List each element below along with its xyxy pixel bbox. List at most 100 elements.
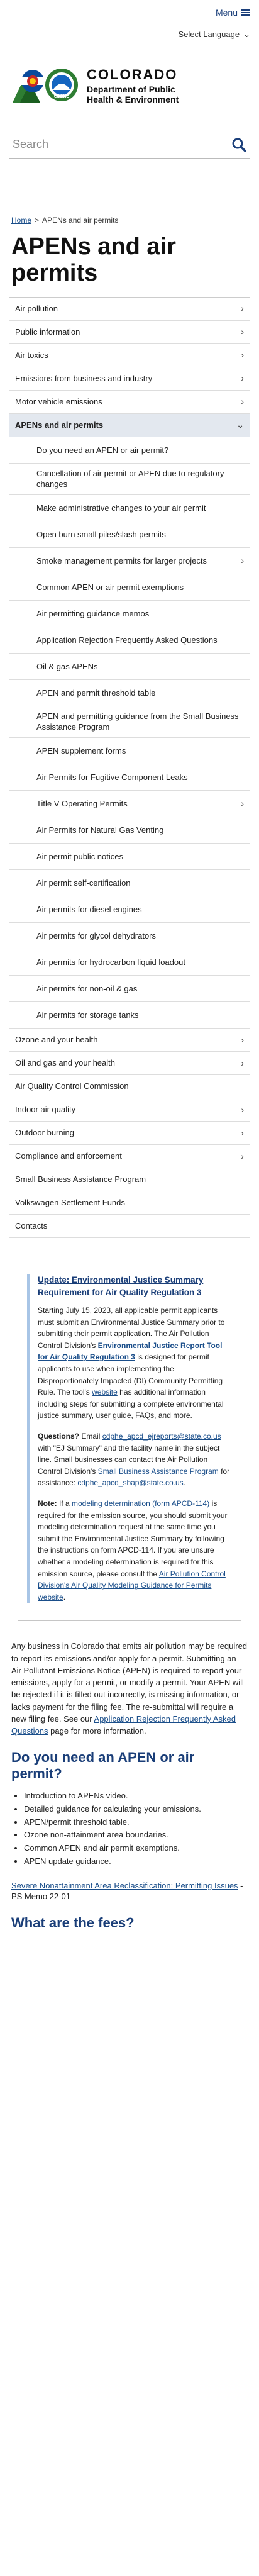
nav-item-label: Air Quality Control Commission bbox=[15, 1081, 129, 1091]
ej-text: is required for the emission source, you… bbox=[38, 1499, 228, 1578]
nav-subitem-label: APEN supplement forms bbox=[36, 745, 126, 756]
nav-item-label: Air toxics bbox=[15, 350, 48, 360]
language-selector[interactable]: Select Language ⌄ bbox=[0, 25, 259, 44]
logo-line3: Health & Environment bbox=[87, 94, 179, 104]
breadcrumb-home-link[interactable]: Home bbox=[11, 215, 31, 225]
nav-subitem[interactable]: Make administrative changes to your air … bbox=[9, 495, 250, 521]
ej-website-link[interactable]: website bbox=[92, 1388, 118, 1397]
nav-item-outdoor-burning[interactable]: Outdoor burning › bbox=[9, 1122, 250, 1145]
nav-subitem[interactable]: Application Rejection Frequently Asked Q… bbox=[9, 627, 250, 654]
severe-nonattainment-link[interactable]: Severe Nonattainment Area Reclassificati… bbox=[11, 1881, 238, 1890]
nav-subitem-label: Air permits for hydrocarbon liquid loado… bbox=[36, 957, 186, 967]
nav-item-label: Ozone and your health bbox=[15, 1035, 98, 1045]
nav-subitem[interactable]: APEN and permitting guidance from the Sm… bbox=[9, 706, 250, 738]
nav-subitem[interactable]: Air permitting guidance memos bbox=[9, 601, 250, 627]
search-input[interactable] bbox=[13, 138, 231, 151]
page-bottom-spacer bbox=[0, 1931, 259, 1981]
nav-subitem[interactable]: Cancellation of air permit or APEN due t… bbox=[9, 464, 250, 495]
nav-subitem[interactable]: Do you need an APEN or air permit? bbox=[9, 437, 250, 464]
breadcrumb-current: APENs and air permits bbox=[42, 216, 119, 225]
nav-subitem-label: Oil & gas APENs bbox=[36, 661, 98, 671]
list-item: Ozone non-attainment area boundaries. bbox=[24, 1829, 248, 1841]
chevron-right-icon: › bbox=[241, 326, 244, 337]
list-item: Common APEN and air permit exemptions. bbox=[24, 1843, 248, 1854]
nav-subitem[interactable]: Air permits for storage tanks bbox=[9, 1002, 250, 1029]
site-logo[interactable]: CDPHE COLORADO Department of Public Heal… bbox=[0, 44, 259, 120]
nav-item-motor-vehicle[interactable]: Motor vehicle emissions › bbox=[9, 391, 250, 414]
nav-subitem[interactable]: Common APEN or air permit exemptions bbox=[9, 574, 250, 601]
nav-item-contacts[interactable]: Contacts bbox=[9, 1215, 250, 1238]
list-item: Introduction to APENs video. bbox=[24, 1790, 248, 1802]
chevron-right-icon: › bbox=[241, 303, 244, 314]
nav-subitem-smoke-management[interactable]: Smoke management permits for larger proj… bbox=[9, 548, 250, 574]
nav-subitem-label: Air permits for storage tanks bbox=[36, 1010, 139, 1020]
nav-item-label: Air pollution bbox=[15, 304, 58, 313]
nav-item-label: Indoor air quality bbox=[15, 1105, 76, 1115]
nav-item-ozone-health[interactable]: Ozone and your health › bbox=[9, 1029, 250, 1052]
nav-subitem[interactable]: APEN and permit threshold table bbox=[9, 680, 250, 706]
sbap-link[interactable]: Small Business Assistance Program bbox=[98, 1467, 219, 1476]
nav-item-indoor-air[interactable]: Indoor air quality › bbox=[9, 1098, 250, 1122]
nav-subitem[interactable]: Air Permits for Natural Gas Venting bbox=[9, 817, 250, 844]
chevron-right-icon: › bbox=[241, 396, 244, 407]
nav-item-label: Volkswagen Settlement Funds bbox=[15, 1198, 125, 1208]
nav-item-label: Small Business Assistance Program bbox=[15, 1174, 146, 1185]
nav-subitem[interactable]: Air permits for hydrocarbon liquid loado… bbox=[9, 949, 250, 976]
nav-item-aqcc[interactable]: Air Quality Control Commission bbox=[9, 1075, 250, 1098]
nav-subitem[interactable]: Oil & gas APENs bbox=[9, 654, 250, 680]
nav-subitem-label: Common APEN or air permit exemptions bbox=[36, 582, 184, 592]
nav-item-air-toxics[interactable]: Air toxics › bbox=[9, 344, 250, 367]
section-heading-fees: What are the fees? bbox=[11, 1914, 135, 1931]
chevron-right-icon: › bbox=[241, 350, 244, 360]
hamburger-icon bbox=[241, 8, 250, 17]
nav-subitem[interactable]: Air permits for glycol dehydrators bbox=[9, 923, 250, 949]
nav-subitem-label: Air permits for glycol dehydrators bbox=[36, 930, 157, 940]
nav-item-label: Public information bbox=[15, 327, 80, 337]
section-heading-need-apen: Do you need an APEN or air permit? bbox=[11, 1749, 195, 1781]
page-title: APENs and air permits bbox=[11, 233, 176, 286]
nav-item-sbap[interactable]: Small Business Assistance Program bbox=[9, 1168, 250, 1191]
nav-item-emissions-business[interactable]: Emissions from business and industry › bbox=[9, 367, 250, 391]
intro-text: Any business in Colorado that emits air … bbox=[11, 1641, 248, 1724]
ej-callout-heading: Update: Environmental Justice Summary Re… bbox=[38, 1274, 204, 1297]
nav-subitem-title-v[interactable]: Title V Operating Permits › bbox=[9, 791, 250, 817]
nav-item-volkswagen[interactable]: Volkswagen Settlement Funds bbox=[9, 1191, 250, 1215]
breadcrumb: Home > APENs and air permits bbox=[11, 215, 248, 225]
intro-paragraph: Any business in Colorado that emits air … bbox=[11, 1640, 248, 1737]
nav-item-label: APENs and air permits bbox=[15, 420, 104, 430]
chevron-right-icon: › bbox=[241, 555, 244, 566]
nav-subitem[interactable]: Open burn small piles/slash permits bbox=[9, 521, 250, 548]
ej-email-link[interactable]: cdphe_apcd_ejreports@state.co.us bbox=[102, 1432, 221, 1441]
sbap-email-link[interactable]: cdphe_apcd_sbap@state.co.us bbox=[77, 1478, 183, 1487]
search-bar bbox=[9, 131, 250, 159]
nav-item-oil-gas-health[interactable]: Oil and gas and your health › bbox=[9, 1052, 250, 1075]
list-item: APEN update guidance. bbox=[24, 1856, 248, 1868]
modeling-determination-link[interactable]: modeling determination (form APCD-114) bbox=[72, 1499, 209, 1508]
nav-subitem[interactable]: Air permit public notices bbox=[9, 844, 250, 870]
nav-item-label: Contacts bbox=[15, 1221, 48, 1231]
nav-subitem-label: Air Permits for Fugitive Component Leaks bbox=[36, 772, 188, 782]
chevron-right-icon: › bbox=[241, 1127, 244, 1138]
nav-item-apens-air-permits[interactable]: APENs and air permits ⌄ bbox=[9, 413, 250, 437]
logo-line1: COLORADO bbox=[87, 67, 178, 83]
nav-subitem-label: Air permit self-certification bbox=[36, 878, 131, 888]
nav-item-compliance[interactable]: Compliance and enforcement › bbox=[9, 1145, 250, 1168]
nav-subitem-label: Smoke management permits for larger proj… bbox=[36, 555, 207, 566]
nav-subitem[interactable]: Air permits for diesel engines bbox=[9, 896, 250, 923]
nav-subitem[interactable]: Air Permits for Fugitive Component Leaks bbox=[9, 764, 250, 791]
menu-button[interactable]: Menu bbox=[216, 7, 250, 19]
nav-subitem-label: Do you need an APEN or air permit? bbox=[36, 445, 169, 455]
nav-subitem[interactable]: Air permits for non-oil & gas bbox=[9, 976, 250, 1002]
nav-subitem-label: Title V Operating Permits bbox=[36, 798, 128, 808]
nav-item-public-information[interactable]: Public information › bbox=[9, 321, 250, 344]
logo-badge-text: CDPHE bbox=[54, 94, 70, 99]
nav-subitem[interactable]: Air permit self-certification bbox=[9, 870, 250, 896]
nav-subitem[interactable]: APEN supplement forms bbox=[9, 738, 250, 764]
language-label: Select Language bbox=[178, 30, 240, 40]
chevron-right-icon: › bbox=[241, 373, 244, 384]
chevron-right-icon: › bbox=[241, 1104, 244, 1115]
nav-item-air-pollution[interactable]: Air pollution › bbox=[9, 298, 250, 321]
search-icon[interactable] bbox=[231, 137, 246, 152]
list-item: Detailed guidance for calculating your e… bbox=[24, 1804, 248, 1815]
colorado-cdphe-logo-icon: CDPHE bbox=[13, 69, 78, 103]
